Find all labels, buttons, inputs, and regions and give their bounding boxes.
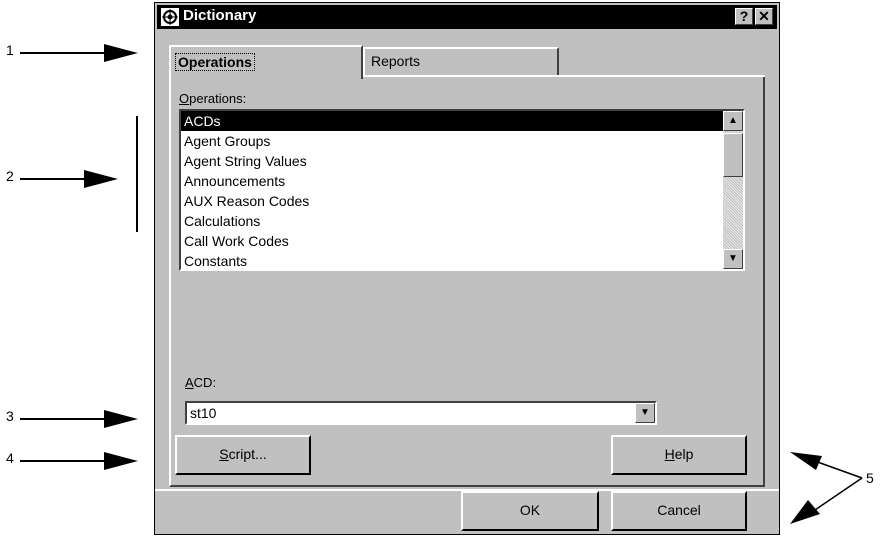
list-item[interactable]: AUX Reason Codes xyxy=(181,191,743,211)
list-item[interactable]: Agent String Values xyxy=(181,151,743,171)
scroll-down-arrow-icon[interactable]: ▼ xyxy=(723,249,743,269)
tab-reports[interactable]: Reports xyxy=(363,47,559,77)
callout-5-arrows xyxy=(790,452,863,524)
callout-3-arrowhead xyxy=(104,410,138,428)
tab-operations[interactable]: Operations xyxy=(169,45,363,79)
ok-button[interactable]: OK xyxy=(461,491,599,531)
tab-operations-label: Operations xyxy=(175,53,255,71)
callout-4-arrow xyxy=(20,460,106,462)
list-item[interactable]: Call Work Codes xyxy=(181,231,743,251)
script-button[interactable]: Script... xyxy=(175,435,311,475)
callout-4: 4 xyxy=(6,450,14,466)
callout-3: 3 xyxy=(6,408,14,424)
dictionary-app-icon xyxy=(161,8,179,26)
cancel-button[interactable]: Cancel xyxy=(611,491,747,531)
operations-label: Operations: xyxy=(179,91,247,106)
list-item[interactable]: Constants xyxy=(181,251,743,271)
vertical-scrollbar[interactable]: ▲ ▼ xyxy=(723,111,743,269)
help-button[interactable]: Help xyxy=(611,435,747,475)
help-question-button[interactable]: ? xyxy=(735,8,753,25)
callout-1-arrowhead xyxy=(104,44,138,62)
acd-combobox[interactable]: st10 ▼ xyxy=(185,401,657,425)
dictionary-dialog: Dictionary ? ✕ Operations Reports Operat… xyxy=(154,2,780,535)
list-item[interactable]: Announcements xyxy=(181,171,743,191)
callout-3-arrow xyxy=(20,418,106,420)
callout-4-arrowhead xyxy=(104,452,138,470)
callout-5: 5 xyxy=(866,470,874,486)
acd-value: st10 xyxy=(190,405,217,421)
list-item[interactable]: Calculations xyxy=(181,211,743,231)
callout-2-arrowhead xyxy=(84,170,118,188)
list-item[interactable]: ACDs xyxy=(181,111,723,131)
callout-1: 1 xyxy=(6,42,14,58)
acd-label: ACD: xyxy=(185,375,217,390)
window-title: Dictionary xyxy=(183,7,257,24)
title-bar[interactable]: Dictionary ? ✕ xyxy=(157,5,777,29)
callout-2-arrow xyxy=(20,178,86,180)
dropdown-arrow-icon[interactable]: ▼ xyxy=(635,403,655,423)
callout-2-bracket xyxy=(136,116,138,232)
tab-reports-label: Reports xyxy=(371,53,421,69)
close-button[interactable]: ✕ xyxy=(755,8,773,25)
callout-1-arrow xyxy=(20,52,106,54)
operations-listbox[interactable]: ACDs Agent Groups Agent String Values An… xyxy=(179,109,745,271)
scroll-thumb[interactable] xyxy=(723,133,743,177)
list-item[interactable]: Agent Groups xyxy=(181,131,743,151)
scroll-up-arrow-icon[interactable]: ▲ xyxy=(723,111,743,131)
callout-2: 2 xyxy=(6,168,14,184)
